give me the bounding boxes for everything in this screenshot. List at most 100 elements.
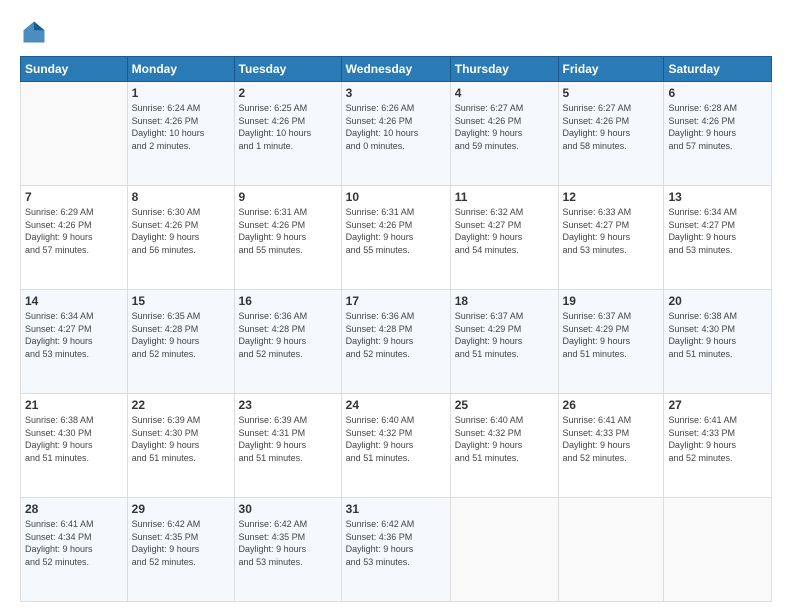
week-row-2: 7 Sunrise: 6:29 AM Sunset: 4:26 PM Daylig… xyxy=(21,186,772,290)
day-info: Sunrise: 6:38 AM Sunset: 4:30 PM Dayligh… xyxy=(25,414,123,464)
day-info: Sunrise: 6:42 AM Sunset: 4:35 PM Dayligh… xyxy=(132,518,230,568)
week-row-5: 28 Sunrise: 6:41 AM Sunset: 4:34 PM Dayli… xyxy=(21,498,772,602)
day-number: 27 xyxy=(668,398,767,412)
day-info: Sunrise: 6:39 AM Sunset: 4:30 PM Dayligh… xyxy=(132,414,230,464)
day-info: Sunrise: 6:27 AM Sunset: 4:26 PM Dayligh… xyxy=(563,102,660,152)
day-number: 21 xyxy=(25,398,123,412)
day-number: 24 xyxy=(346,398,446,412)
calendar-cell xyxy=(450,498,558,602)
day-number: 25 xyxy=(455,398,554,412)
calendar-cell: 6 Sunrise: 6:28 AM Sunset: 4:26 PM Daylig… xyxy=(664,82,772,186)
day-info: Sunrise: 6:33 AM Sunset: 4:27 PM Dayligh… xyxy=(563,206,660,256)
day-number: 11 xyxy=(455,190,554,204)
day-number: 18 xyxy=(455,294,554,308)
header-row: SundayMondayTuesdayWednesdayThursdayFrid… xyxy=(21,57,772,82)
day-info: Sunrise: 6:41 AM Sunset: 4:34 PM Dayligh… xyxy=(25,518,123,568)
day-info: Sunrise: 6:39 AM Sunset: 4:31 PM Dayligh… xyxy=(239,414,337,464)
column-header-sunday: Sunday xyxy=(21,57,128,82)
calendar-cell: 4Sunrise: 6:27 AM Sunset: 4:26 PM Daylig… xyxy=(450,82,558,186)
calendar-cell: 16 Sunrise: 6:36 AM Sunset: 4:28 PM Dayli… xyxy=(234,290,341,394)
day-number: 2 xyxy=(239,86,337,100)
calendar-cell: 20Sunrise: 6:38 AM Sunset: 4:30 PM Dayli… xyxy=(664,290,772,394)
day-number: 1 xyxy=(132,86,230,100)
day-number: 26 xyxy=(563,398,660,412)
day-info: Sunrise: 6:42 AM Sunset: 4:36 PM Dayligh… xyxy=(346,518,446,568)
calendar-cell: 19 Sunrise: 6:37 AM Sunset: 4:29 PM Dayli… xyxy=(558,290,664,394)
calendar-cell: 29 Sunrise: 6:42 AM Sunset: 4:35 PM Dayli… xyxy=(127,498,234,602)
calendar-cell: 10Sunrise: 6:31 AM Sunset: 4:26 PM Dayli… xyxy=(341,186,450,290)
page: SundayMondayTuesdayWednesdayThursdayFrid… xyxy=(0,0,792,612)
day-info: Sunrise: 6:41 AM Sunset: 4:33 PM Dayligh… xyxy=(668,414,767,464)
calendar-cell: 17 Sunrise: 6:36 AM Sunset: 4:28 PM Dayli… xyxy=(341,290,450,394)
calendar-cell: 1Sunrise: 6:24 AM Sunset: 4:26 PM Daylig… xyxy=(127,82,234,186)
day-number: 15 xyxy=(132,294,230,308)
day-info: Sunrise: 6:26 AM Sunset: 4:26 PM Dayligh… xyxy=(346,102,446,152)
calendar-cell: 3Sunrise: 6:26 AM Sunset: 4:26 PM Daylig… xyxy=(341,82,450,186)
calendar-cell: 25 Sunrise: 6:40 AM Sunset: 4:32 PM Dayli… xyxy=(450,394,558,498)
calendar-cell: 31Sunrise: 6:42 AM Sunset: 4:36 PM Dayli… xyxy=(341,498,450,602)
day-info: Sunrise: 6:36 AM Sunset: 4:28 PM Dayligh… xyxy=(346,310,446,360)
column-header-saturday: Saturday xyxy=(664,57,772,82)
calendar-cell: 30 Sunrise: 6:42 AM Sunset: 4:35 PM Dayli… xyxy=(234,498,341,602)
day-number: 10 xyxy=(346,190,446,204)
logo xyxy=(20,18,52,46)
calendar-cell: 9Sunrise: 6:31 AM Sunset: 4:26 PM Daylig… xyxy=(234,186,341,290)
week-row-3: 14 Sunrise: 6:34 AM Sunset: 4:27 PM Dayli… xyxy=(21,290,772,394)
calendar-cell: 11 Sunrise: 6:32 AM Sunset: 4:27 PM Dayli… xyxy=(450,186,558,290)
day-number: 12 xyxy=(563,190,660,204)
week-row-4: 21 Sunrise: 6:38 AM Sunset: 4:30 PM Dayli… xyxy=(21,394,772,498)
logo-icon xyxy=(20,18,48,46)
day-info: Sunrise: 6:27 AM Sunset: 4:26 PM Dayligh… xyxy=(455,102,554,152)
day-number: 5 xyxy=(563,86,660,100)
day-info: Sunrise: 6:37 AM Sunset: 4:29 PM Dayligh… xyxy=(563,310,660,360)
day-number: 17 xyxy=(346,294,446,308)
day-info: Sunrise: 6:41 AM Sunset: 4:33 PM Dayligh… xyxy=(563,414,660,464)
header xyxy=(20,18,772,46)
calendar-cell xyxy=(21,82,128,186)
calendar-table: SundayMondayTuesdayWednesdayThursdayFrid… xyxy=(20,56,772,602)
day-info: Sunrise: 6:38 AM Sunset: 4:30 PM Dayligh… xyxy=(668,310,767,360)
day-number: 13 xyxy=(668,190,767,204)
day-info: Sunrise: 6:25 AM Sunset: 4:26 PM Dayligh… xyxy=(239,102,337,152)
day-info: Sunrise: 6:36 AM Sunset: 4:28 PM Dayligh… xyxy=(239,310,337,360)
column-header-monday: Monday xyxy=(127,57,234,82)
calendar-cell: 21 Sunrise: 6:38 AM Sunset: 4:30 PM Dayli… xyxy=(21,394,128,498)
day-info: Sunrise: 6:34 AM Sunset: 4:27 PM Dayligh… xyxy=(25,310,123,360)
calendar-cell: 14 Sunrise: 6:34 AM Sunset: 4:27 PM Dayli… xyxy=(21,290,128,394)
calendar-cell: 15 Sunrise: 6:35 AM Sunset: 4:28 PM Dayli… xyxy=(127,290,234,394)
day-info: Sunrise: 6:30 AM Sunset: 4:26 PM Dayligh… xyxy=(132,206,230,256)
day-info: Sunrise: 6:28 AM Sunset: 4:26 PM Dayligh… xyxy=(668,102,767,152)
calendar-cell: 8 Sunrise: 6:30 AM Sunset: 4:26 PM Daylig… xyxy=(127,186,234,290)
day-number: 19 xyxy=(563,294,660,308)
day-number: 22 xyxy=(132,398,230,412)
calendar-cell: 12 Sunrise: 6:33 AM Sunset: 4:27 PM Dayli… xyxy=(558,186,664,290)
day-info: Sunrise: 6:42 AM Sunset: 4:35 PM Dayligh… xyxy=(239,518,337,568)
day-info: Sunrise: 6:31 AM Sunset: 4:26 PM Dayligh… xyxy=(239,206,337,256)
calendar-cell xyxy=(664,498,772,602)
calendar-cell: 27 Sunrise: 6:41 AM Sunset: 4:33 PM Dayli… xyxy=(664,394,772,498)
day-info: Sunrise: 6:32 AM Sunset: 4:27 PM Dayligh… xyxy=(455,206,554,256)
day-number: 23 xyxy=(239,398,337,412)
calendar-body: 1Sunrise: 6:24 AM Sunset: 4:26 PM Daylig… xyxy=(21,82,772,602)
day-info: Sunrise: 6:40 AM Sunset: 4:32 PM Dayligh… xyxy=(455,414,554,464)
column-header-friday: Friday xyxy=(558,57,664,82)
day-number: 7 xyxy=(25,190,123,204)
calendar-cell: 2 Sunrise: 6:25 AM Sunset: 4:26 PM Daylig… xyxy=(234,82,341,186)
day-info: Sunrise: 6:40 AM Sunset: 4:32 PM Dayligh… xyxy=(346,414,446,464)
day-info: Sunrise: 6:29 AM Sunset: 4:26 PM Dayligh… xyxy=(25,206,123,256)
day-info: Sunrise: 6:35 AM Sunset: 4:28 PM Dayligh… xyxy=(132,310,230,360)
calendar-cell: 18 Sunrise: 6:37 AM Sunset: 4:29 PM Dayli… xyxy=(450,290,558,394)
calendar-cell: 22 Sunrise: 6:39 AM Sunset: 4:30 PM Dayli… xyxy=(127,394,234,498)
day-info: Sunrise: 6:37 AM Sunset: 4:29 PM Dayligh… xyxy=(455,310,554,360)
calendar-cell xyxy=(558,498,664,602)
calendar-cell: 13Sunrise: 6:34 AM Sunset: 4:27 PM Dayli… xyxy=(664,186,772,290)
day-number: 8 xyxy=(132,190,230,204)
day-number: 29 xyxy=(132,502,230,516)
day-number: 28 xyxy=(25,502,123,516)
day-number: 14 xyxy=(25,294,123,308)
day-number: 6 xyxy=(668,86,767,100)
column-header-wednesday: Wednesday xyxy=(341,57,450,82)
column-header-thursday: Thursday xyxy=(450,57,558,82)
day-number: 16 xyxy=(239,294,337,308)
day-number: 30 xyxy=(239,502,337,516)
